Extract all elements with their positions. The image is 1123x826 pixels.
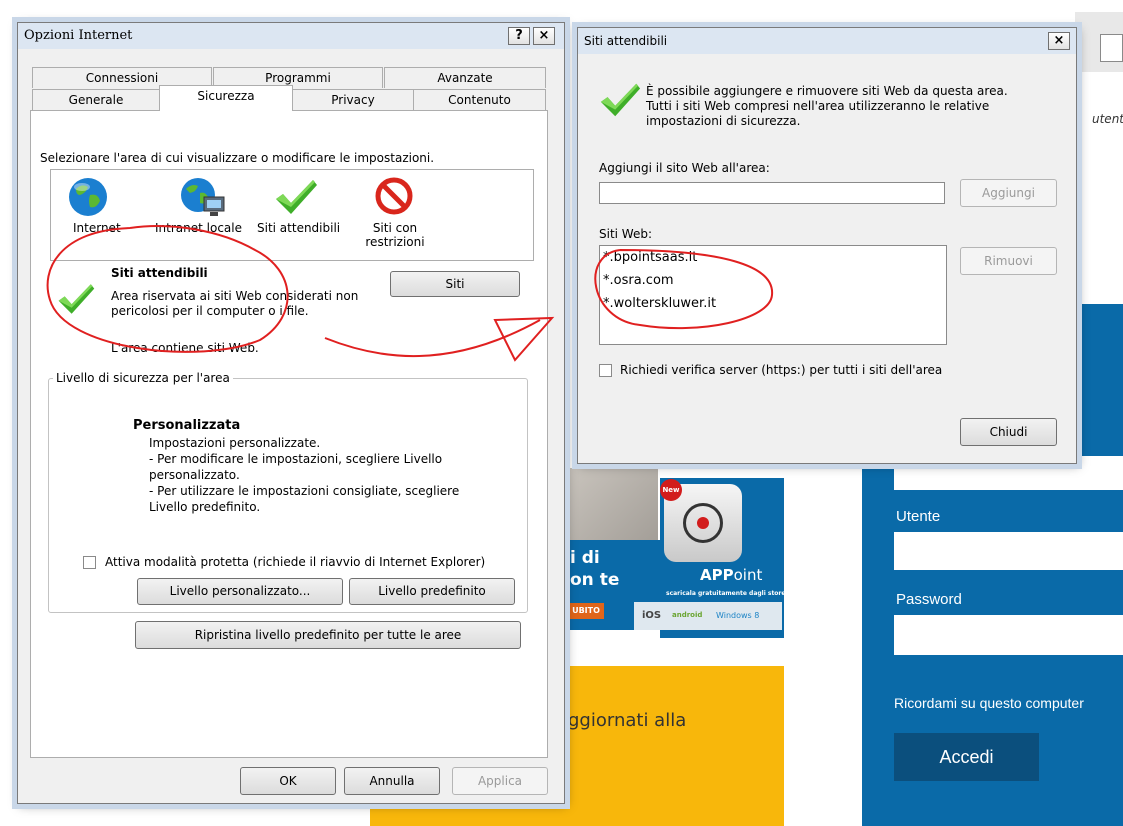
add-site-input[interactable] [599, 182, 945, 204]
appoint-store-text: scaricala gratuitamente dagli store [666, 590, 786, 597]
apply-button[interactable]: Applica [452, 767, 548, 795]
internet-options-titlebar[interactable]: Opzioni Internet [18, 23, 564, 49]
store-windows[interactable]: Windows 8 [716, 611, 759, 620]
zone-trusted[interactable]: Siti attendibili [255, 171, 343, 259]
promo-cta-button[interactable]: UBITO [568, 603, 604, 619]
login-button[interactable]: Accedi [894, 733, 1039, 781]
ok-button[interactable]: OK [240, 767, 336, 795]
promo-text-1: i di [570, 548, 600, 568]
new-badge: New [660, 479, 682, 501]
zone-contains-text: L'area contiene siti Web. [111, 341, 259, 355]
store-ios[interactable]: iOS [642, 610, 661, 621]
appoint-name: APPoint [700, 566, 762, 584]
trusted-info-line-1: È possibile aggiungere e rimuovere siti … [646, 84, 1008, 98]
zone-info-desc: Area riservata ai siti Web considerati n… [111, 289, 359, 318]
trusted-checkmark-icon [600, 83, 641, 117]
promo-text-2: on te [570, 570, 620, 590]
sites-button[interactable]: Siti [390, 271, 520, 297]
help-button[interactable]: ? [508, 27, 530, 45]
tab-sicurezza[interactable]: Sicurezza [159, 85, 293, 111]
globe-icon [69, 178, 107, 216]
level-line-2: - Per modificare le impostazioni, scegli… [149, 452, 443, 466]
trusted-close-button[interactable]: × [1048, 32, 1070, 50]
store-android[interactable]: android [672, 611, 702, 619]
tab-contenuto[interactable]: Contenuto [413, 89, 546, 110]
internet-options-dialog: Opzioni Internet ? × Connessioni Program… [17, 22, 565, 804]
login-password-label: Password [896, 591, 962, 608]
appoint-name-rest: oint [733, 566, 763, 584]
trusted-info-line-2: Tutti i siti Web compresi nell'area util… [646, 99, 990, 113]
checkmark-icon [276, 180, 317, 214]
internet-options-title: Opzioni Internet [24, 28, 133, 43]
site-item-2[interactable]: *.osra.com [603, 273, 674, 288]
tab-generale[interactable]: Generale [32, 89, 160, 110]
zone-info-title: Siti attendibili [111, 266, 208, 280]
trusted-sites-titlebar[interactable]: Siti attendibili [578, 28, 1076, 54]
yellow-banner-text: ggiornati alla [568, 710, 687, 731]
custom-level-button[interactable]: Livello personalizzato... [137, 578, 343, 605]
security-level-legend: Livello di sicurezza per l'area [53, 371, 233, 385]
bg-top-right-text: utent [1092, 112, 1123, 126]
zone-info-checkmark-icon [58, 284, 95, 314]
protected-mode-label: Attiva modalità protetta (richiede il ri… [105, 555, 486, 569]
trusted-sites-dialog: Siti attendibili × È possibile aggiunger… [577, 27, 1077, 464]
trusted-sites-title: Siti attendibili [584, 34, 668, 48]
add-site-input-value [600, 186, 603, 200]
zone-prompt: Selezionare l'area di cui visualizzare o… [40, 151, 435, 165]
restricted-icon [375, 177, 413, 215]
remove-button[interactable]: Rimuovi [960, 247, 1057, 275]
zone-intranet-label: Intranet locale [155, 221, 242, 235]
login-remember[interactable]: Ricordami su questo computer [894, 695, 1084, 711]
close-button[interactable]: × [533, 27, 555, 45]
trusted-close-action-button[interactable]: Chiudi [960, 418, 1057, 446]
trusted-info-line-3: impostazioni di sicurezza. [646, 114, 801, 128]
level-line-1: Impostazioni personalizzate. [149, 436, 321, 450]
login-password-input[interactable] [894, 615, 1123, 655]
zone-internet[interactable]: Internet [54, 171, 124, 259]
add-button[interactable]: Aggiungi [960, 179, 1057, 207]
https-checkbox-label: Richiedi verifica server (https:) per tu… [620, 363, 943, 377]
zone-restricted[interactable]: Siti con restrizioni [353, 171, 443, 259]
zone-internet-label: Internet [73, 221, 121, 235]
level-line-3: personalizzato. [149, 468, 240, 482]
zone-intranet[interactable]: Intranet locale [152, 171, 248, 259]
login-user-label: Utente [896, 508, 941, 525]
tab-privacy[interactable]: Privacy [292, 89, 414, 110]
site-item-1[interactable]: *.bpointsaas.it [603, 250, 697, 265]
level-line-4: - Per utilizzare le impostazioni consigl… [149, 484, 460, 498]
intranet-globe-icon [181, 178, 225, 216]
default-level-button[interactable]: Livello predefinito [349, 578, 515, 605]
cancel-button[interactable]: Annulla [344, 767, 440, 795]
level-line-5: Livello predefinito. [149, 500, 261, 514]
bg-top-input [1100, 34, 1123, 62]
appoint-icon-dot [697, 517, 709, 529]
login-user-input[interactable] [894, 532, 1123, 570]
https-checkbox[interactable] [599, 364, 612, 377]
tab-avanzate[interactable]: Avanzate [384, 67, 546, 88]
site-item-3[interactable]: *.wolterskluwer.it [603, 296, 716, 311]
reset-all-zones-button[interactable]: Ripristina livello predefinito per tutte… [135, 621, 521, 649]
zone-trusted-label: Siti attendibili [257, 221, 341, 235]
protected-mode-checkbox[interactable] [83, 556, 96, 569]
appoint-name-bold: APP [700, 566, 734, 584]
add-site-label: Aggiungi il sito Web all'area: [599, 161, 770, 175]
zone-restricted-label: Siti con restrizioni [365, 221, 425, 249]
sites-list-label: Siti Web: [599, 227, 653, 241]
level-name: Personalizzata [133, 418, 241, 433]
